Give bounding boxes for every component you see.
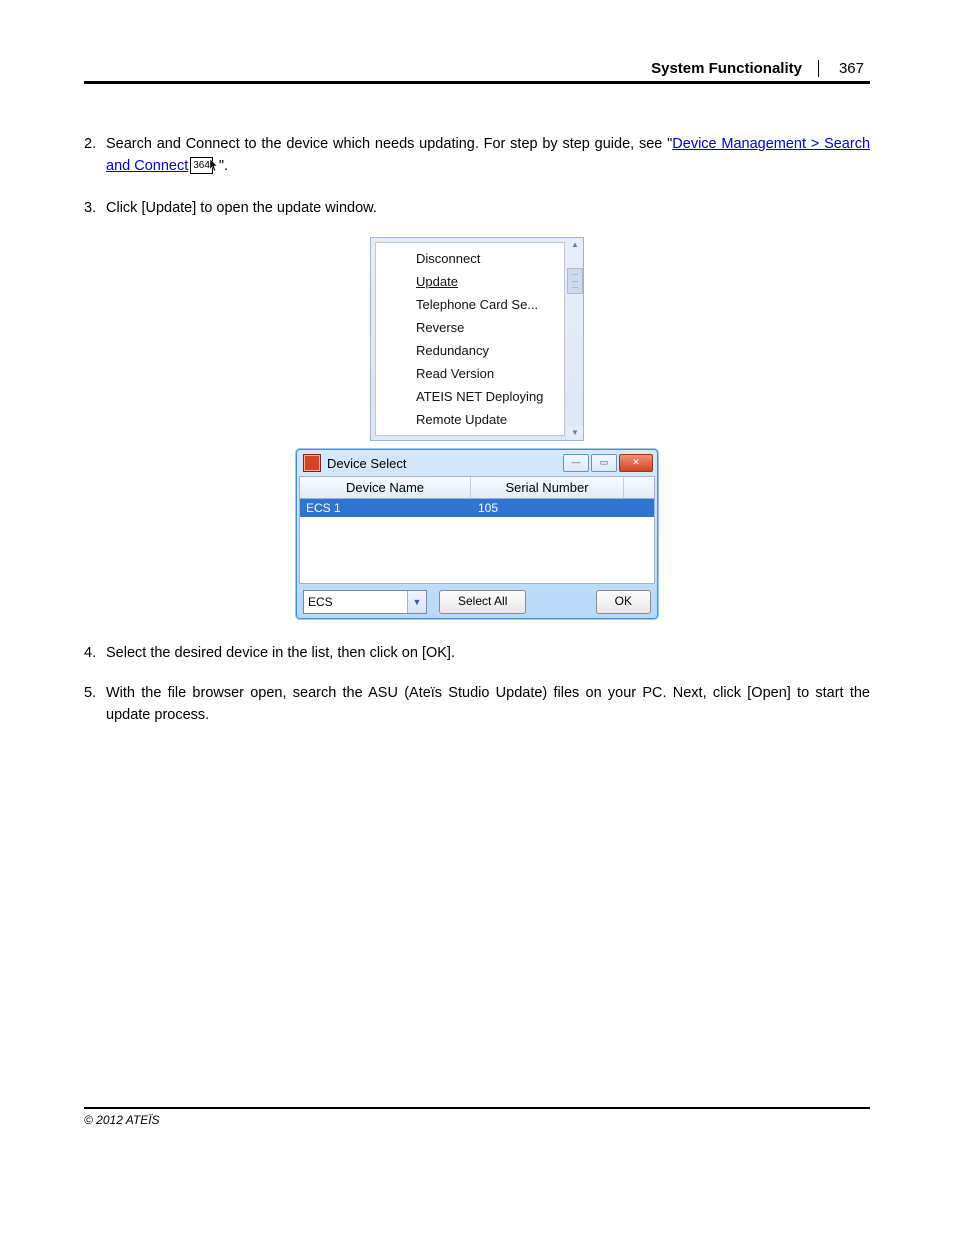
table-row[interactable]: ECS 1 105	[300, 499, 654, 517]
menu-item-reverse[interactable]: Reverse	[376, 316, 564, 339]
header-title: System Functionality	[651, 60, 819, 77]
col-serial-number[interactable]: Serial Number	[471, 477, 624, 498]
step-text-post: ".	[219, 158, 228, 174]
step-2: 2. Search and Connect to the device whic…	[84, 134, 870, 180]
step-3: 3. Click [Update] to open the update win…	[84, 198, 870, 220]
col-spacer	[624, 477, 654, 498]
app-icon	[303, 454, 321, 472]
cell-device-name: ECS 1	[300, 499, 472, 517]
step-body: With the file browser open, search the A…	[106, 683, 870, 727]
device-type-dropdown[interactable]: ECS ▼	[303, 590, 427, 614]
scroll-up-icon[interactable]: ▲	[567, 238, 583, 252]
menu-item-telephone-card[interactable]: Telephone Card Se...	[376, 293, 564, 316]
menu-item-read-version[interactable]: Read Version	[376, 362, 564, 385]
menu-item-ateis-net-deploying[interactable]: ATEIS NET Deploying	[376, 385, 564, 408]
device-select-dialog: Device Select — ▭ ✕ Device Name Serial N…	[296, 449, 658, 619]
header-page-number: 367	[819, 60, 870, 77]
scrollbar-thumb[interactable]	[567, 268, 583, 294]
step-body: Select the desired device in the list, t…	[106, 643, 870, 665]
menu-item-disconnect[interactable]: Disconnect	[376, 247, 564, 270]
table-header: Device Name Serial Number	[299, 476, 655, 499]
select-all-button[interactable]: Select All	[439, 590, 526, 614]
step-body: Search and Connect to the device which n…	[106, 134, 870, 180]
step-number: 3.	[84, 198, 106, 220]
context-menu: ▲ ▼ Disconnect Update Telephone Card Se.…	[370, 237, 584, 441]
table-body: ECS 1 105	[299, 499, 655, 584]
page-footer: © 2012 ATEÏS	[84, 1107, 870, 1127]
step-body: Click [Update] to open the update window…	[106, 198, 870, 220]
dialog-footer: ECS ▼ Select All OK	[299, 584, 655, 616]
scroll-down-icon[interactable]: ▼	[567, 426, 583, 440]
menu-item-update[interactable]: Update	[376, 270, 564, 293]
page-header: System Functionality 367	[84, 60, 870, 84]
col-device-name[interactable]: Device Name	[300, 477, 471, 498]
ok-button[interactable]: OK	[596, 590, 651, 614]
step-text-pre: Search and Connect to the device which n…	[106, 136, 672, 152]
step-number: 5.	[84, 683, 106, 727]
dropdown-value: ECS	[308, 595, 333, 609]
cell-spacer	[624, 499, 654, 517]
close-button[interactable]: ✕	[619, 454, 653, 472]
step-number: 2.	[84, 134, 106, 180]
step-5: 5. With the file browser open, search th…	[84, 683, 870, 727]
minimize-button[interactable]: —	[563, 454, 589, 472]
step-number: 4.	[84, 643, 106, 665]
maximize-button[interactable]: ▭	[591, 454, 617, 472]
menu-item-redundancy[interactable]: Redundancy	[376, 339, 564, 362]
step-4: 4. Select the desired device in the list…	[84, 643, 870, 665]
dialog-titlebar: Device Select — ▭ ✕	[299, 452, 655, 476]
chevron-down-icon: ▼	[407, 591, 426, 613]
cursor-icon	[209, 158, 219, 180]
cell-serial-number: 105	[472, 499, 624, 517]
dialog-title: Device Select	[327, 456, 561, 471]
menu-item-remote-update[interactable]: Remote Update	[376, 408, 564, 431]
